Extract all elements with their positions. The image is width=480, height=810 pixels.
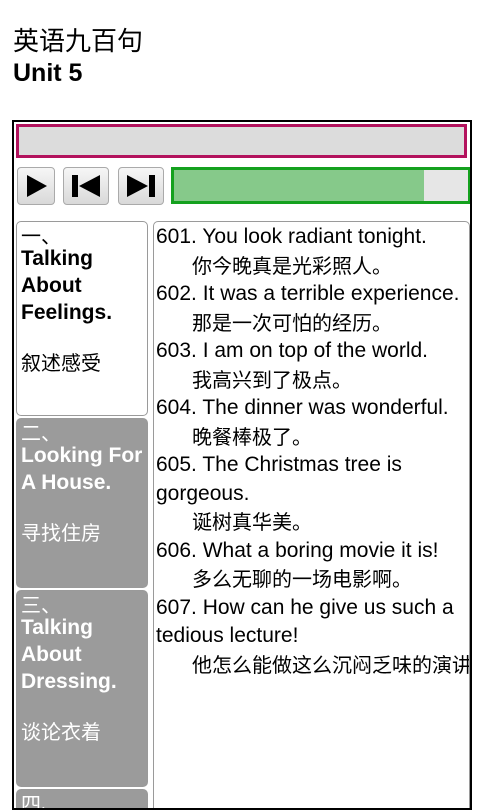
list-item[interactable]: 607. How can he give us such a tedious l… <box>156 594 470 680</box>
sentence-english: 604. The dinner was wonderful. <box>156 396 449 419</box>
list-item[interactable]: 604. The dinner was wonderful. 晚餐棒极了。 <box>156 394 468 451</box>
list-item[interactable]: 605. The Christmas tree is gorgeous. 诞树真… <box>156 451 468 537</box>
next-button[interactable] <box>118 167 164 205</box>
list-item[interactable]: 603. I am on top of the world. 我高兴到了极点。 <box>156 337 468 394</box>
previous-button[interactable] <box>63 167 109 205</box>
sentence-chinese: 你今晚真是光彩照人。 <box>192 253 392 278</box>
sentence-english: 603. I am on top of the world. <box>156 339 428 362</box>
lesson-panel: 一、 Talking About Feelings. 叙述感受 二、 Looki… <box>12 120 472 810</box>
section-item-3[interactable]: 三、 Talking About Dressing. 谈论衣着 <box>16 590 148 787</box>
section-item-1[interactable]: 一、 Talking About Feelings. 叙述感受 <box>16 221 148 416</box>
app-title: 英语九百句 <box>13 27 144 57</box>
section-number: 三、 <box>21 594 61 614</box>
section-title-en: Talking About Dressing. <box>21 616 117 693</box>
section-number: 四、 <box>21 793 61 810</box>
skip-next-icon <box>127 175 155 197</box>
unit-title: Unit 5 <box>13 59 83 87</box>
sentence-list[interactable]: 601. You look radiant tonight. 你今晚真是光彩照人… <box>153 221 470 808</box>
skip-previous-icon <box>72 175 100 197</box>
section-title-cn: 叙述感受 <box>21 351 101 375</box>
search-input[interactable] <box>16 124 467 158</box>
sentence-chinese: 那是一次可怕的经历。 <box>192 310 392 335</box>
section-title-en: Looking For A House. <box>21 444 143 494</box>
sentence-chinese: 多么无聊的一场电影啊。 <box>192 567 412 591</box>
sentence-chinese: 诞树真华美。 <box>192 510 312 534</box>
play-button[interactable] <box>17 167 55 205</box>
sentence-english: 602. It was a terrible experience. <box>156 282 460 305</box>
sentence-chinese: 晚餐棒极了。 <box>192 424 312 449</box>
sentence-english: 607. How can he give us such a tedious l… <box>156 595 454 648</box>
sentence-english: 601. You look radiant tonight. <box>156 225 427 248</box>
section-title-en: Talking About Feelings. <box>21 247 113 324</box>
header: 英语九百句 Unit 5 <box>13 26 143 88</box>
sentence-chinese: 我高兴到了极点。 <box>192 367 352 392</box>
section-title-cn: 寻找住房 <box>21 521 101 545</box>
sentence-english: 606. What a boring movie it is! <box>156 538 439 562</box>
sentence-english: 605. The Christmas tree is gorgeous. <box>156 453 402 505</box>
section-number: 一、 <box>21 225 61 245</box>
playback-progress-bar[interactable] <box>171 167 470 204</box>
section-number: 二、 <box>21 422 61 442</box>
list-item[interactable]: 602. It was a terrible experience. 那是一次可… <box>156 280 468 337</box>
sentence-chinese: 他怎么能做这么沉闷乏味的演讲。 <box>192 652 470 677</box>
section-item-2[interactable]: 二、 Looking For A House. 寻找住房 <box>16 418 148 588</box>
list-item[interactable]: 606. What a boring movie it is! 多么无聊的一场电… <box>156 537 468 594</box>
section-title-cn: 谈论衣着 <box>21 720 101 744</box>
list-item[interactable]: 601. You look radiant tonight. 你今晚真是光彩照人… <box>156 223 468 280</box>
play-icon <box>27 175 47 197</box>
progress-fill <box>174 170 424 201</box>
